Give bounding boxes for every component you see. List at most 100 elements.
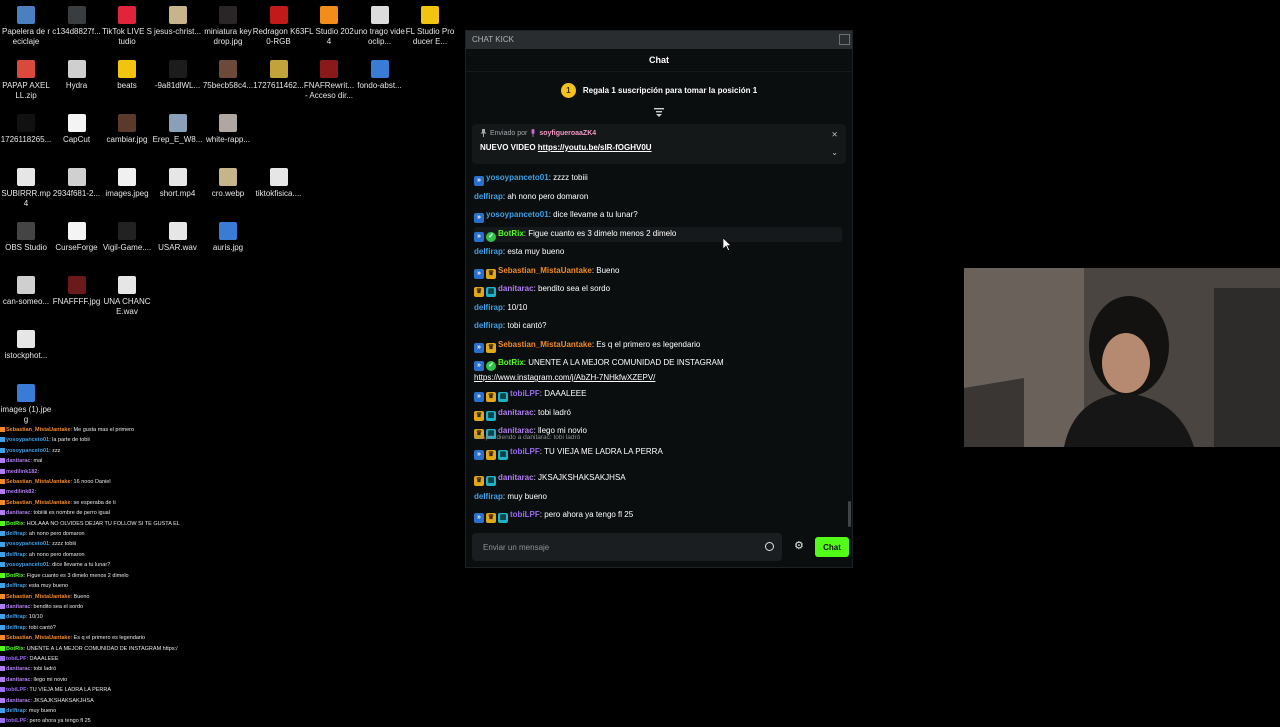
desktop-icon[interactable]: beats	[101, 60, 153, 91]
send-chat-button[interactable]: Chat	[815, 537, 849, 557]
crown-badge-icon[interactable]: ♛	[486, 450, 496, 460]
moderator-badge-icon[interactable]: »	[474, 231, 484, 242]
desktop-icon[interactable]: 2934f681-2...	[51, 168, 103, 199]
chat-username[interactable]: delfirap	[474, 321, 503, 330]
crown-badge-icon[interactable]: ♛	[486, 268, 496, 279]
chat-message[interactable]: delfirap: ah nono pero domaron	[474, 190, 842, 204]
crown-badge-icon[interactable]: ♛	[486, 342, 496, 353]
desktop-icon[interactable]: OBS Studio	[0, 222, 52, 253]
desktop-icon[interactable]: FNAFRewrit... - Acceso dir...	[303, 60, 355, 101]
desktop-icon[interactable]: 1727611462...	[253, 60, 305, 91]
chat-username[interactable]: delfirap	[474, 303, 503, 312]
subscriber-badge-icon[interactable]: ▦	[498, 392, 508, 402]
desktop-icon[interactable]: jesus-christ...	[152, 6, 204, 37]
subscriber-badge-icon[interactable]: ▦	[486, 410, 496, 421]
chat-message[interactable]: ♛ ▦ danitarac: JKSAJKSHAKSAKJHSA	[474, 471, 842, 486]
chat-message-link[interactable]: https://www.instagram.com/j/AbZH-7NHkfwX…	[474, 371, 842, 385]
moderator-badge-icon[interactable]: »	[474, 176, 484, 186]
chat-username[interactable]: delfirap	[474, 247, 503, 256]
chat-username[interactable]: yosoypanceto01	[486, 173, 549, 182]
chat-username[interactable]: Sebastian_MistaUantake	[498, 266, 592, 275]
desktop-icon[interactable]: UNA CHANCE.wav	[101, 276, 153, 317]
subscriber-badge-icon[interactable]: ▦	[498, 450, 508, 460]
moderator-badge-icon[interactable]: »	[474, 342, 484, 353]
chat-username[interactable]: delfirap	[474, 192, 503, 201]
desktop-icon[interactable]: USAR.wav	[152, 222, 204, 253]
subscriber-badge-icon[interactable]: ▦	[486, 287, 496, 297]
filter-icon[interactable]	[466, 108, 852, 120]
desktop-icon[interactable]: TikTok LIVE Studio	[101, 6, 153, 47]
desktop-icon[interactable]: istockphot...	[0, 330, 52, 361]
chat-message[interactable]: delfirap: esta muy bueno	[474, 245, 842, 259]
chat-username[interactable]: tobiLPF	[510, 510, 540, 519]
chat-message[interactable]: delfirap: muy bueno	[474, 490, 842, 504]
moderator-badge-icon[interactable]: »	[474, 268, 484, 279]
desktop-icon[interactable]: Hydra	[51, 60, 103, 91]
desktop-icon[interactable]: -9a81dlWL...	[152, 60, 204, 91]
desktop-icon[interactable]: Redragon K630-RGB	[253, 6, 305, 47]
desktop-icon[interactable]: 75becb58c4...	[202, 60, 254, 91]
desktop-icon[interactable]: FNAFFFF.jpg	[51, 276, 103, 307]
desktop-icon[interactable]: 1726118265...	[0, 114, 52, 145]
desktop-icon[interactable]: cambiar.jpg	[101, 114, 153, 145]
desktop-icon[interactable]: SUBIRRR.mp4	[0, 168, 52, 209]
moderator-badge-icon[interactable]: »	[474, 513, 484, 523]
unpin-icon[interactable]: ⨯	[831, 130, 838, 139]
chat-message[interactable]: » yosoypanceto01: zzzz tobiii	[474, 171, 842, 186]
chat-message[interactable]: » ✓ BotRix: Figue cuanto es 3 dimelo menos…	[474, 226, 842, 242]
scrollbar[interactable]	[848, 501, 851, 527]
chat-message[interactable]: ♛ ▦ danitarac: bendito sea el sordo	[474, 282, 842, 297]
chat-username[interactable]: delfirap	[474, 492, 503, 501]
chat-message-input[interactable]	[472, 533, 782, 561]
desktop-icon[interactable]: PAPAP AXELLL.zip	[0, 60, 52, 101]
desktop-icon[interactable]: uno trago videoclip...	[354, 6, 406, 47]
chat-message-list[interactable]: » yosoypanceto01: zzzz tobiii delfirap: ah…	[474, 171, 844, 531]
desktop-icon[interactable]: FL Studio 2024	[303, 6, 355, 47]
verified-badge-icon[interactable]: ✓	[486, 361, 496, 371]
chat-username[interactable]: tobiLPF	[510, 389, 540, 398]
desktop-icon[interactable]: Vigil-Game....	[101, 222, 153, 253]
crown-badge-icon[interactable]: ♛	[474, 287, 484, 297]
chat-message[interactable]: ♛ ▦ danitarac: tobi ladró	[474, 406, 842, 421]
moderator-badge-icon[interactable]: »	[474, 213, 484, 223]
desktop-icon[interactable]: tiktokfisica....	[253, 168, 305, 199]
moderator-badge-icon[interactable]: »	[474, 450, 484, 460]
desktop-icon[interactable]: Papelera de reciclaje	[0, 6, 52, 47]
chevron-down-icon[interactable]: ⌄	[831, 148, 838, 157]
desktop-icon[interactable]: images (1).jpeg	[0, 384, 52, 425]
chat-username[interactable]: Sebastian_MistaUantake	[498, 340, 592, 349]
desktop-icon[interactable]: Erep_E_W8...	[152, 114, 204, 145]
chat-username[interactable]: yosoypanceto01	[486, 210, 549, 219]
crown-badge-icon[interactable]: ♛	[474, 476, 484, 486]
desktop-icon[interactable]: CapCut	[51, 114, 103, 145]
desktop-icon[interactable]: cro.webp	[202, 168, 254, 199]
gear-icon[interactable]: ⚙	[794, 539, 804, 552]
desktop-icon[interactable]: fondo-abst...	[354, 60, 406, 91]
desktop-icon[interactable]: c134d8827f...	[51, 6, 103, 37]
desktop-icon[interactable]: images.jpeg	[101, 168, 153, 199]
desktop-icon[interactable]: miniatura keydrop.jpg	[202, 6, 254, 47]
chat-username[interactable]: BotRix	[498, 229, 524, 238]
verified-badge-icon[interactable]: ✓	[486, 231, 496, 242]
desktop-icon[interactable]: can-someo...	[0, 276, 52, 307]
chat-username[interactable]: danitarac	[498, 473, 534, 482]
subscriber-badge-icon[interactable]: ▦	[486, 476, 496, 486]
chat-message[interactable]: » ✓ BotRix: UNENTE A LA MEJOR COMUNIDAD DE…	[474, 356, 842, 385]
desktop-icon[interactable]: short.mp4	[152, 168, 204, 199]
desktop-icon[interactable]: auris.jpg	[202, 222, 254, 253]
window-maximize-button[interactable]	[839, 34, 850, 45]
chat-username[interactable]: BotRix	[498, 358, 524, 367]
chat-message[interactable]: » ♛ Sebastian_MistaUantake: Es q el primer…	[474, 338, 842, 353]
pinned-link[interactable]: https://youtu.be/slR-fOGHV0U	[538, 143, 652, 152]
chat-username[interactable]: danitarac	[498, 408, 534, 417]
gift-subscription-banner[interactable]: 1 Regala 1 suscripción para tomar la pos…	[466, 72, 852, 108]
chat-message[interactable]: » ♛ ▦ tobiLPF: pero ahora ya tengo fl 25	[474, 508, 842, 523]
emoji-icon[interactable]	[765, 542, 774, 551]
crown-badge-icon[interactable]: ♛	[486, 513, 496, 523]
moderator-badge-icon[interactable]: »	[474, 361, 484, 371]
chat-username[interactable]: danitarac	[498, 284, 534, 293]
chat-message[interactable]: delfirap: 10/10	[474, 301, 842, 315]
chat-message[interactable]: » ♛ Sebastian_MistaUantake: Bueno	[474, 264, 842, 279]
moderator-badge-icon[interactable]: »	[474, 392, 484, 402]
subscriber-badge-icon[interactable]: ▦	[498, 513, 508, 523]
